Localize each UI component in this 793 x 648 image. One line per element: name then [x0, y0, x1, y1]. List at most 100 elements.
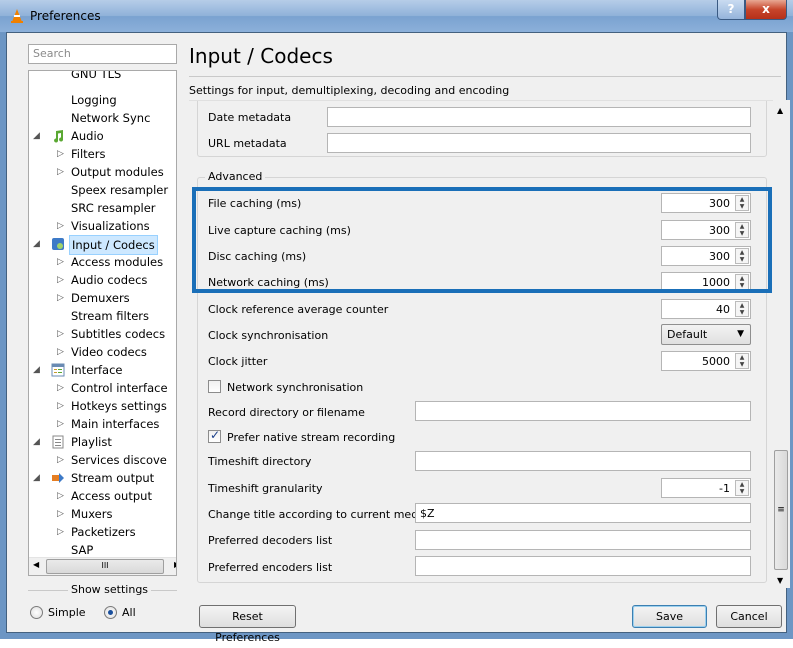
scroll-up-icon[interactable]: ▲ [777, 106, 783, 115]
record-dir-label: Record directory or filename [208, 406, 365, 419]
category-tree: GNU TLS Logging Network Sync ◢ Audio ▷ F… [28, 70, 177, 576]
expanded-arrow-icon[interactable]: ◢ [33, 235, 40, 253]
tree-item-interface[interactable]: ◢ Interface [29, 361, 169, 379]
pref-encoders-field[interactable] [415, 556, 751, 576]
cancel-button[interactable]: Cancel [716, 605, 782, 628]
collapsed-arrow-icon[interactable]: ▷ [57, 325, 64, 343]
clock-jitter-spinbox[interactable]: 5000 ▲ ▼ [661, 351, 751, 371]
tree-item-main-interfaces[interactable]: ▷ Main interfaces [29, 415, 169, 433]
timeshift-dir-label: Timeshift directory [208, 455, 312, 468]
title-bar: Preferences ? x [0, 0, 793, 32]
collapsed-arrow-icon[interactable]: ▷ [57, 253, 64, 271]
interface-window-icon [51, 363, 65, 377]
show-settings-group: Show settings Simple All [28, 583, 177, 628]
tree-item-logging[interactable]: Logging [71, 91, 117, 109]
tree-hscroll-thumb[interactable]: III [46, 559, 164, 574]
clock-ref-label: Clock reference average counter [208, 303, 389, 316]
date-metadata-field[interactable] [327, 107, 751, 127]
spin-arrows-icon[interactable]: ▲ ▼ [735, 301, 749, 317]
settings-vertical-scrollbar[interactable]: ▲ ≡ ▼ [773, 100, 790, 588]
collapsed-arrow-icon[interactable]: ▷ [57, 379, 64, 397]
tree-item-src-resampler[interactable]: SRC resampler [71, 199, 156, 217]
tree-item-stream-filters[interactable]: Stream filters [71, 307, 149, 325]
tree-item-input-codecs[interactable]: ◢ Input / Codecs [29, 235, 169, 255]
url-metadata-label: URL metadata [208, 137, 287, 150]
expanded-arrow-icon[interactable]: ◢ [33, 469, 40, 487]
date-metadata-label: Date metadata [208, 111, 292, 124]
timeshift-dir-field[interactable] [415, 451, 751, 471]
tree-item-access-modules[interactable]: ▷ Access modules [29, 253, 169, 271]
collapsed-arrow-icon[interactable]: ▷ [57, 343, 64, 361]
collapsed-arrow-icon[interactable]: ▷ [57, 289, 64, 307]
search-input[interactable]: Search [28, 44, 177, 64]
tree-item-demuxers[interactable]: ▷ Demuxers [29, 289, 169, 307]
settings-scroll-thumb[interactable]: ≡ [774, 450, 788, 570]
tree-item-playlist[interactable]: ◢ Playlist [29, 433, 169, 451]
clock-sync-select[interactable]: Default ▼ [661, 324, 751, 345]
page-title: Input / Codecs [189, 44, 333, 68]
collapsed-arrow-icon[interactable]: ▷ [57, 271, 64, 289]
collapsed-arrow-icon[interactable]: ▷ [57, 217, 64, 235]
all-label: All [122, 606, 136, 619]
settings-panel: Date metadata URL metadata Advanced File… [189, 100, 781, 588]
tree-item-muxers[interactable]: ▷ Muxers [29, 505, 169, 523]
change-title-label: Change title according to current media [208, 508, 428, 521]
tree-item-audio-codecs[interactable]: ▷ Audio codecs [29, 271, 169, 289]
prefer-native-label: Prefer native stream recording [227, 431, 396, 444]
tree-item-hotkeys-settings[interactable]: ▷ Hotkeys settings [29, 397, 169, 415]
input-codecs-icon [52, 238, 64, 250]
all-radio[interactable] [104, 606, 117, 619]
playlist-icon [52, 435, 64, 449]
collapsed-arrow-icon[interactable]: ▷ [57, 163, 64, 181]
record-dir-field[interactable] [415, 401, 751, 421]
dropdown-arrow-icon: ▼ [737, 329, 744, 339]
collapsed-arrow-icon[interactable]: ▷ [57, 505, 64, 523]
spin-arrows-icon[interactable]: ▲ ▼ [735, 480, 749, 496]
tree-item-gnu-tls[interactable]: GNU TLS [71, 71, 121, 83]
spin-arrows-icon[interactable]: ▲ ▼ [735, 353, 749, 369]
network-sync-checkbox[interactable] [208, 380, 221, 393]
expanded-arrow-icon[interactable]: ◢ [33, 433, 40, 451]
scroll-left-icon[interactable]: ◀ [33, 560, 39, 569]
tree-item-visualizations[interactable]: ▷ Visualizations [29, 217, 169, 235]
help-button[interactable]: ? [717, 0, 745, 20]
scroll-right-icon[interactable]: ▶ [174, 560, 176, 569]
tree-item-output-modules[interactable]: ▷ Output modules [29, 163, 169, 181]
tree-item-access-output[interactable]: ▷ Access output [29, 487, 169, 505]
window-title: Preferences [30, 9, 101, 23]
reset-preferences-button[interactable]: Reset Preferences [199, 605, 296, 644]
tree-item-speex-resampler[interactable]: Speex resampler [71, 181, 168, 199]
tree-item-services-discovery[interactable]: ▷ Services discove [29, 451, 169, 469]
scroll-down-icon[interactable]: ▼ [777, 576, 783, 585]
tree-item-control-interface[interactable]: ▷ Control interface [29, 379, 169, 397]
tree-item-audio[interactable]: ◢ Audio [29, 127, 159, 145]
tree-item-filters[interactable]: ▷ Filters [29, 145, 169, 163]
tree-item-packetizers[interactable]: ▷ Packetizers [29, 523, 169, 541]
timeshift-gran-label: Timeshift granularity [208, 482, 323, 495]
tree-item-subtitles-codecs[interactable]: ▷ Subtitles codecs [29, 325, 169, 343]
expanded-arrow-icon[interactable]: ◢ [33, 127, 40, 145]
simple-radio[interactable] [30, 606, 43, 619]
collapsed-arrow-icon[interactable]: ▷ [57, 487, 64, 505]
tree-horizontal-scrollbar[interactable]: ◀ III ▶ [29, 557, 176, 575]
expanded-arrow-icon[interactable]: ◢ [33, 361, 40, 379]
stream-output-icon [52, 473, 64, 483]
network-sync-label: Network synchronisation [227, 381, 364, 394]
vlc-cone-icon [11, 9, 23, 23]
close-button[interactable]: x [745, 0, 787, 20]
timeshift-gran-spinbox[interactable]: -1 ▲ ▼ [661, 478, 751, 498]
clock-ref-spinbox[interactable]: 40 ▲ ▼ [661, 299, 751, 319]
tree-item-network-sync[interactable]: Network Sync [71, 109, 150, 127]
collapsed-arrow-icon[interactable]: ▷ [57, 523, 64, 541]
tree-item-stream-output[interactable]: ◢ Stream output [29, 469, 169, 487]
collapsed-arrow-icon[interactable]: ▷ [57, 397, 64, 415]
tree-item-video-codecs[interactable]: ▷ Video codecs [29, 343, 169, 361]
prefer-native-checkbox[interactable] [208, 428, 221, 443]
change-title-field[interactable]: $Z [415, 503, 751, 523]
save-button[interactable]: Save [632, 605, 707, 628]
collapsed-arrow-icon[interactable]: ▷ [57, 145, 64, 163]
collapsed-arrow-icon[interactable]: ▷ [57, 415, 64, 433]
pref-decoders-field[interactable] [415, 530, 751, 550]
collapsed-arrow-icon[interactable]: ▷ [57, 451, 64, 469]
url-metadata-field[interactable] [327, 133, 751, 153]
